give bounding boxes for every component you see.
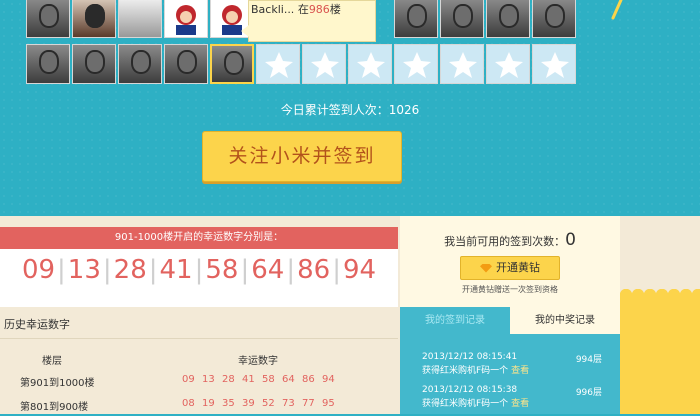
empty-slot[interactable] — [302, 44, 346, 84]
star-icon — [541, 52, 569, 78]
lucky-number: 64 — [251, 255, 285, 285]
lucky-number: 09 — [21, 255, 56, 285]
lucky-numbers: 09|13|28|41|58|64|86|94 — [21, 255, 377, 285]
record-desc: 获得红米购机F码一个 — [422, 366, 509, 376]
history-number: 41 — [242, 374, 255, 385]
empty-slot[interactable] — [348, 44, 392, 84]
history-number: 09 — [182, 374, 195, 385]
lucky-number-box: 09|13|28|41|58|64|86|94 — [0, 249, 398, 307]
history-number: 58 — [262, 374, 275, 385]
history-col-floor: 楼层 — [42, 356, 62, 367]
decorative-panel — [620, 295, 700, 414]
view-link[interactable]: 查看 — [511, 366, 529, 376]
open-button-label: 开通黄钻 — [496, 261, 540, 274]
avatar[interactable] — [164, 0, 208, 38]
star-icon — [357, 52, 385, 78]
tooltip-username[interactable]: Backli... — [251, 3, 294, 16]
avatar-selected[interactable] — [210, 44, 254, 84]
empty-slot[interactable] — [486, 44, 530, 84]
empty-slot[interactable] — [256, 44, 300, 84]
yellow-diamond-icon — [480, 263, 492, 273]
open-note: 开通黄钻赠送一次签到资格 — [462, 285, 558, 294]
history-number: 28 — [222, 374, 235, 385]
follow-checkin-button[interactable]: 关注小米并签到 — [202, 131, 402, 182]
star-icon — [449, 52, 477, 78]
record-floor: 994层 — [575, 355, 602, 365]
history-number: 73 — [282, 398, 295, 409]
empty-slot[interactable] — [532, 44, 576, 84]
table-row: 第901到1000楼 09 13 28 41 58 64 86 94 — [0, 374, 398, 392]
history-number: 13 — [202, 374, 215, 385]
available-label: 我当前可用的签到次数： — [444, 235, 566, 248]
table-row: 第801到900楼 08 19 35 39 52 73 77 95 — [0, 398, 398, 416]
checkin-count-value: 1026 — [388, 103, 420, 117]
star-icon — [495, 52, 523, 78]
avatar[interactable] — [394, 0, 438, 38]
avatar[interactable] — [72, 0, 116, 38]
tooltip-prefix: 在 — [297, 3, 309, 16]
lucky-number: 94 — [342, 255, 377, 285]
checkin-area: Backli... 在986楼 今日累计签到人次：1026 关注小米并签到 — [0, 0, 700, 216]
history-floor: 第801到900楼 — [20, 402, 89, 413]
record-floor: 996层 — [575, 388, 602, 398]
history-col-numbers: 幸运数字 — [238, 356, 278, 367]
available-checkins: 我当前可用的签到次数：0 — [400, 230, 620, 250]
history-number: 95 — [322, 398, 335, 409]
history-number: 08 — [182, 398, 195, 409]
decorative-stroke-icon — [611, 0, 623, 20]
lucky-number: 58 — [205, 255, 239, 285]
checkin-count-label: 今日累计签到人次： — [280, 103, 389, 117]
avatar[interactable] — [164, 44, 208, 84]
star-icon — [311, 52, 339, 78]
divider — [0, 338, 398, 339]
star-icon — [265, 52, 293, 78]
view-link[interactable]: 查看 — [511, 399, 529, 409]
lucky-number: 13 — [67, 255, 101, 285]
avatar[interactable] — [486, 0, 530, 38]
record-tabs: 我的签到记录 我的中奖记录 — [400, 307, 620, 334]
lucky-number: 41 — [159, 255, 193, 285]
history-number: 52 — [262, 398, 275, 409]
tooltip-suffix: 楼 — [329, 3, 341, 16]
avatar[interactable] — [118, 44, 162, 84]
tooltip-floor: 986 — [308, 3, 330, 16]
available-count: 0 — [565, 230, 576, 250]
empty-slot[interactable] — [440, 44, 484, 84]
history-number: 86 — [302, 374, 315, 385]
history-number: 77 — [302, 398, 315, 409]
avatar[interactable] — [532, 0, 576, 38]
record-desc: 获得红米购机F码一个 — [422, 399, 509, 409]
avatar[interactable] — [72, 44, 116, 84]
star-icon — [403, 52, 431, 78]
record-list: 2013/12/12 08:15:41 994层 获得红米购机F码一个 查看 2… — [400, 334, 620, 414]
empty-slot[interactable] — [394, 44, 438, 84]
avatar[interactable] — [118, 0, 162, 38]
history-number: 19 — [202, 398, 215, 409]
lucky-header: 901-1000楼开启的幸运数字分别是： — [0, 227, 398, 249]
history-floor: 第901到1000楼 — [20, 378, 95, 389]
tab-prize-records[interactable]: 我的中奖记录 — [510, 307, 620, 334]
user-tooltip: Backli... 在986楼 — [241, 0, 376, 42]
lucky-number: 28 — [113, 255, 147, 285]
tab-checkin-records[interactable]: 我的签到记录 — [400, 307, 510, 334]
checkin-count: 今日累计签到人次：1026 — [0, 101, 700, 118]
record-time: 2013/12/12 08:15:38 — [422, 385, 518, 395]
avatar[interactable] — [26, 0, 70, 38]
record-time: 2013/12/12 08:15:41 — [422, 352, 518, 362]
avatar[interactable] — [440, 0, 484, 38]
history-number: 39 — [242, 398, 255, 409]
history-title: 历史幸运数字 — [4, 318, 70, 331]
history-number: 64 — [282, 374, 295, 385]
lucky-number: 86 — [297, 255, 331, 285]
history-number: 94 — [322, 374, 335, 385]
history-number: 35 — [222, 398, 235, 409]
avatar[interactable] — [26, 44, 70, 84]
open-yellow-diamond-button[interactable]: 开通黄钻 — [460, 256, 560, 280]
account-panel: 我当前可用的签到次数：0 开通黄钻 开通黄钻赠送一次签到资格 我的签到记录 我的… — [400, 216, 620, 414]
